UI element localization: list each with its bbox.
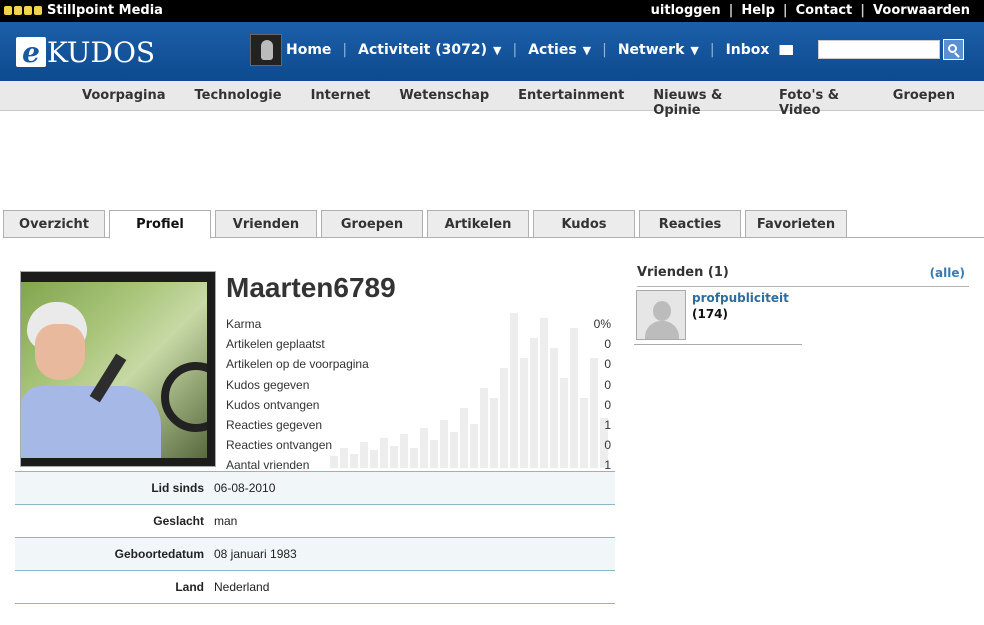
friends-header: Vrienden (1) (alle) — [637, 265, 969, 287]
ekudos-logo[interactable]: e KUDOS — [16, 35, 156, 69]
logo-word: KUDOS — [47, 35, 156, 69]
detail-value: 06-08-2010 — [214, 481, 276, 495]
friend-item[interactable]: profpubliciteit (174) — [634, 289, 802, 345]
stat-label: Artikelen geplaatst — [226, 337, 325, 352]
brand-name: Stillpoint Media — [47, 3, 163, 18]
stat-row: Artikelen geplaatst 0 — [226, 334, 611, 354]
stat-label: Artikelen op de voorpagina — [226, 357, 369, 372]
profile-stats: Karma 0% Artikelen geplaatst 0 Artikelen o… — [226, 314, 611, 476]
stat-value: 0 — [604, 337, 611, 352]
nav-inbox[interactable]: Inbox — [726, 42, 794, 58]
search-icon — [947, 43, 957, 53]
category-groepen[interactable]: Groepen — [893, 88, 955, 118]
stat-label: Reacties gegeven — [226, 418, 323, 433]
detail-value: 08 januari 1983 — [214, 547, 297, 561]
stat-label: Kudos gegeven — [226, 377, 310, 392]
category-voorpagina[interactable]: Voorpagina — [82, 88, 166, 118]
nav-actions[interactable]: Acties ▼ — [528, 42, 591, 58]
stat-row: Reacties gegeven 1 — [226, 415, 611, 435]
top-links: uitloggen | Help | Contact | Voorwaarden — [643, 3, 978, 18]
tab-favorieten[interactable]: Favorieten — [745, 210, 847, 238]
nav-activity[interactable]: Activiteit (3072) ▼ — [358, 42, 501, 58]
tab-groepen[interactable]: Groepen — [321, 210, 423, 238]
detail-value: man — [214, 514, 238, 528]
detail-label: Lid sinds — [151, 481, 204, 495]
category-technologie[interactable]: Technologie — [195, 88, 282, 118]
top-bar: Stillpoint Media uitloggen | Help | Contac… — [0, 0, 984, 22]
terms-link[interactable]: Voorwaarden — [865, 3, 978, 18]
help-link[interactable]: Help — [733, 3, 782, 18]
logo-letter: e — [16, 36, 46, 69]
chevron-down-icon: ▼ — [493, 43, 502, 57]
friend-avatar[interactable] — [636, 290, 686, 340]
stat-label: Karma — [226, 317, 262, 332]
detail-row-country: Land Nederland — [15, 571, 615, 604]
stat-value: 0 — [604, 357, 611, 372]
stat-label: Reacties ontvangen — [226, 438, 333, 453]
tab-profiel[interactable]: Profiel — [109, 210, 211, 239]
detail-row-birthdate: Geboortedatum 08 januari 1983 — [15, 538, 615, 571]
stat-value: 0 — [604, 397, 611, 412]
tab-vrienden[interactable]: Vrienden — [215, 210, 317, 238]
profile-username: Maarten6789 — [226, 272, 396, 303]
stat-row: Reacties ontvangen 0 — [226, 435, 611, 455]
envelope-icon — [779, 45, 794, 55]
stat-value: 0 — [604, 438, 611, 453]
main-nav: Home | Activiteit (3072) ▼ | Acties ▼ | Ne… — [286, 42, 794, 58]
category-entertainment[interactable]: Entertainment — [518, 88, 624, 118]
friends-title: Vrienden (1) — [637, 265, 729, 280]
detail-value: Nederland — [214, 580, 270, 594]
user-avatar[interactable] — [250, 34, 282, 66]
profile-details: Lid sinds 06-08-2010 Geslacht man Geboorte… — [15, 471, 615, 604]
stat-row: Karma 0% — [226, 314, 611, 334]
category-internet[interactable]: Internet — [311, 88, 371, 118]
brand-logo-icon — [4, 6, 42, 15]
category-bar: Voorpagina Technologie Internet Wetensch… — [0, 81, 984, 118]
tab-reacties[interactable]: Reacties — [639, 210, 741, 238]
nav-activity-label: Activiteit (3072) — [358, 42, 488, 58]
friend-count: (174) — [692, 307, 729, 321]
search-input[interactable] — [818, 40, 940, 59]
friends-all-link[interactable]: (alle) — [930, 266, 965, 280]
stat-value: 0% — [593, 317, 611, 332]
stat-value: 0 — [604, 377, 611, 392]
search-button[interactable] — [943, 39, 964, 60]
nav-network-label: Netwerk — [617, 42, 685, 58]
stat-row: Kudos ontvangen 0 — [226, 395, 611, 415]
stat-row: Artikelen op de voorpagina 0 — [226, 354, 611, 374]
site-header: e KUDOS Home | Activiteit (3072) ▼ | Acti… — [0, 22, 984, 81]
category-wetenschap[interactable]: Wetenschap — [399, 88, 489, 118]
profile-photo — [20, 271, 216, 467]
category-nieuws-opinie[interactable]: Nieuws & Opinie — [653, 88, 750, 118]
chevron-down-icon: ▼ — [690, 43, 699, 57]
nav-network[interactable]: Netwerk ▼ — [618, 42, 699, 58]
chevron-down-icon: ▼ — [582, 43, 592, 57]
tab-kudos[interactable]: Kudos — [533, 210, 635, 238]
nav-home[interactable]: Home — [286, 42, 331, 58]
friend-name[interactable]: profpubliciteit — [692, 291, 789, 305]
brand[interactable]: Stillpoint Media — [4, 3, 163, 18]
detail-row-member-since: Lid sinds 06-08-2010 — [15, 472, 615, 505]
tab-overzicht[interactable]: Overzicht — [3, 210, 105, 238]
stat-row: Kudos gegeven 0 — [226, 375, 611, 395]
stat-label: Kudos ontvangen — [226, 397, 320, 412]
profile-tabs: Overzicht Profiel Vrienden Groepen Artik… — [3, 210, 984, 239]
detail-label: Geboortedatum — [114, 547, 204, 561]
logout-link[interactable]: uitloggen — [643, 3, 729, 18]
tab-artikelen[interactable]: Artikelen — [427, 210, 529, 238]
contact-link[interactable]: Contact — [788, 3, 861, 18]
detail-label: Geslacht — [153, 514, 204, 528]
nav-actions-label: Acties — [528, 42, 577, 58]
category-fotos-video[interactable]: Foto's & Video — [779, 88, 864, 118]
stat-value: 1 — [604, 418, 611, 433]
nav-inbox-label: Inbox — [725, 42, 770, 58]
detail-row-gender: Geslacht man — [15, 505, 615, 538]
detail-label: Land — [175, 580, 204, 594]
